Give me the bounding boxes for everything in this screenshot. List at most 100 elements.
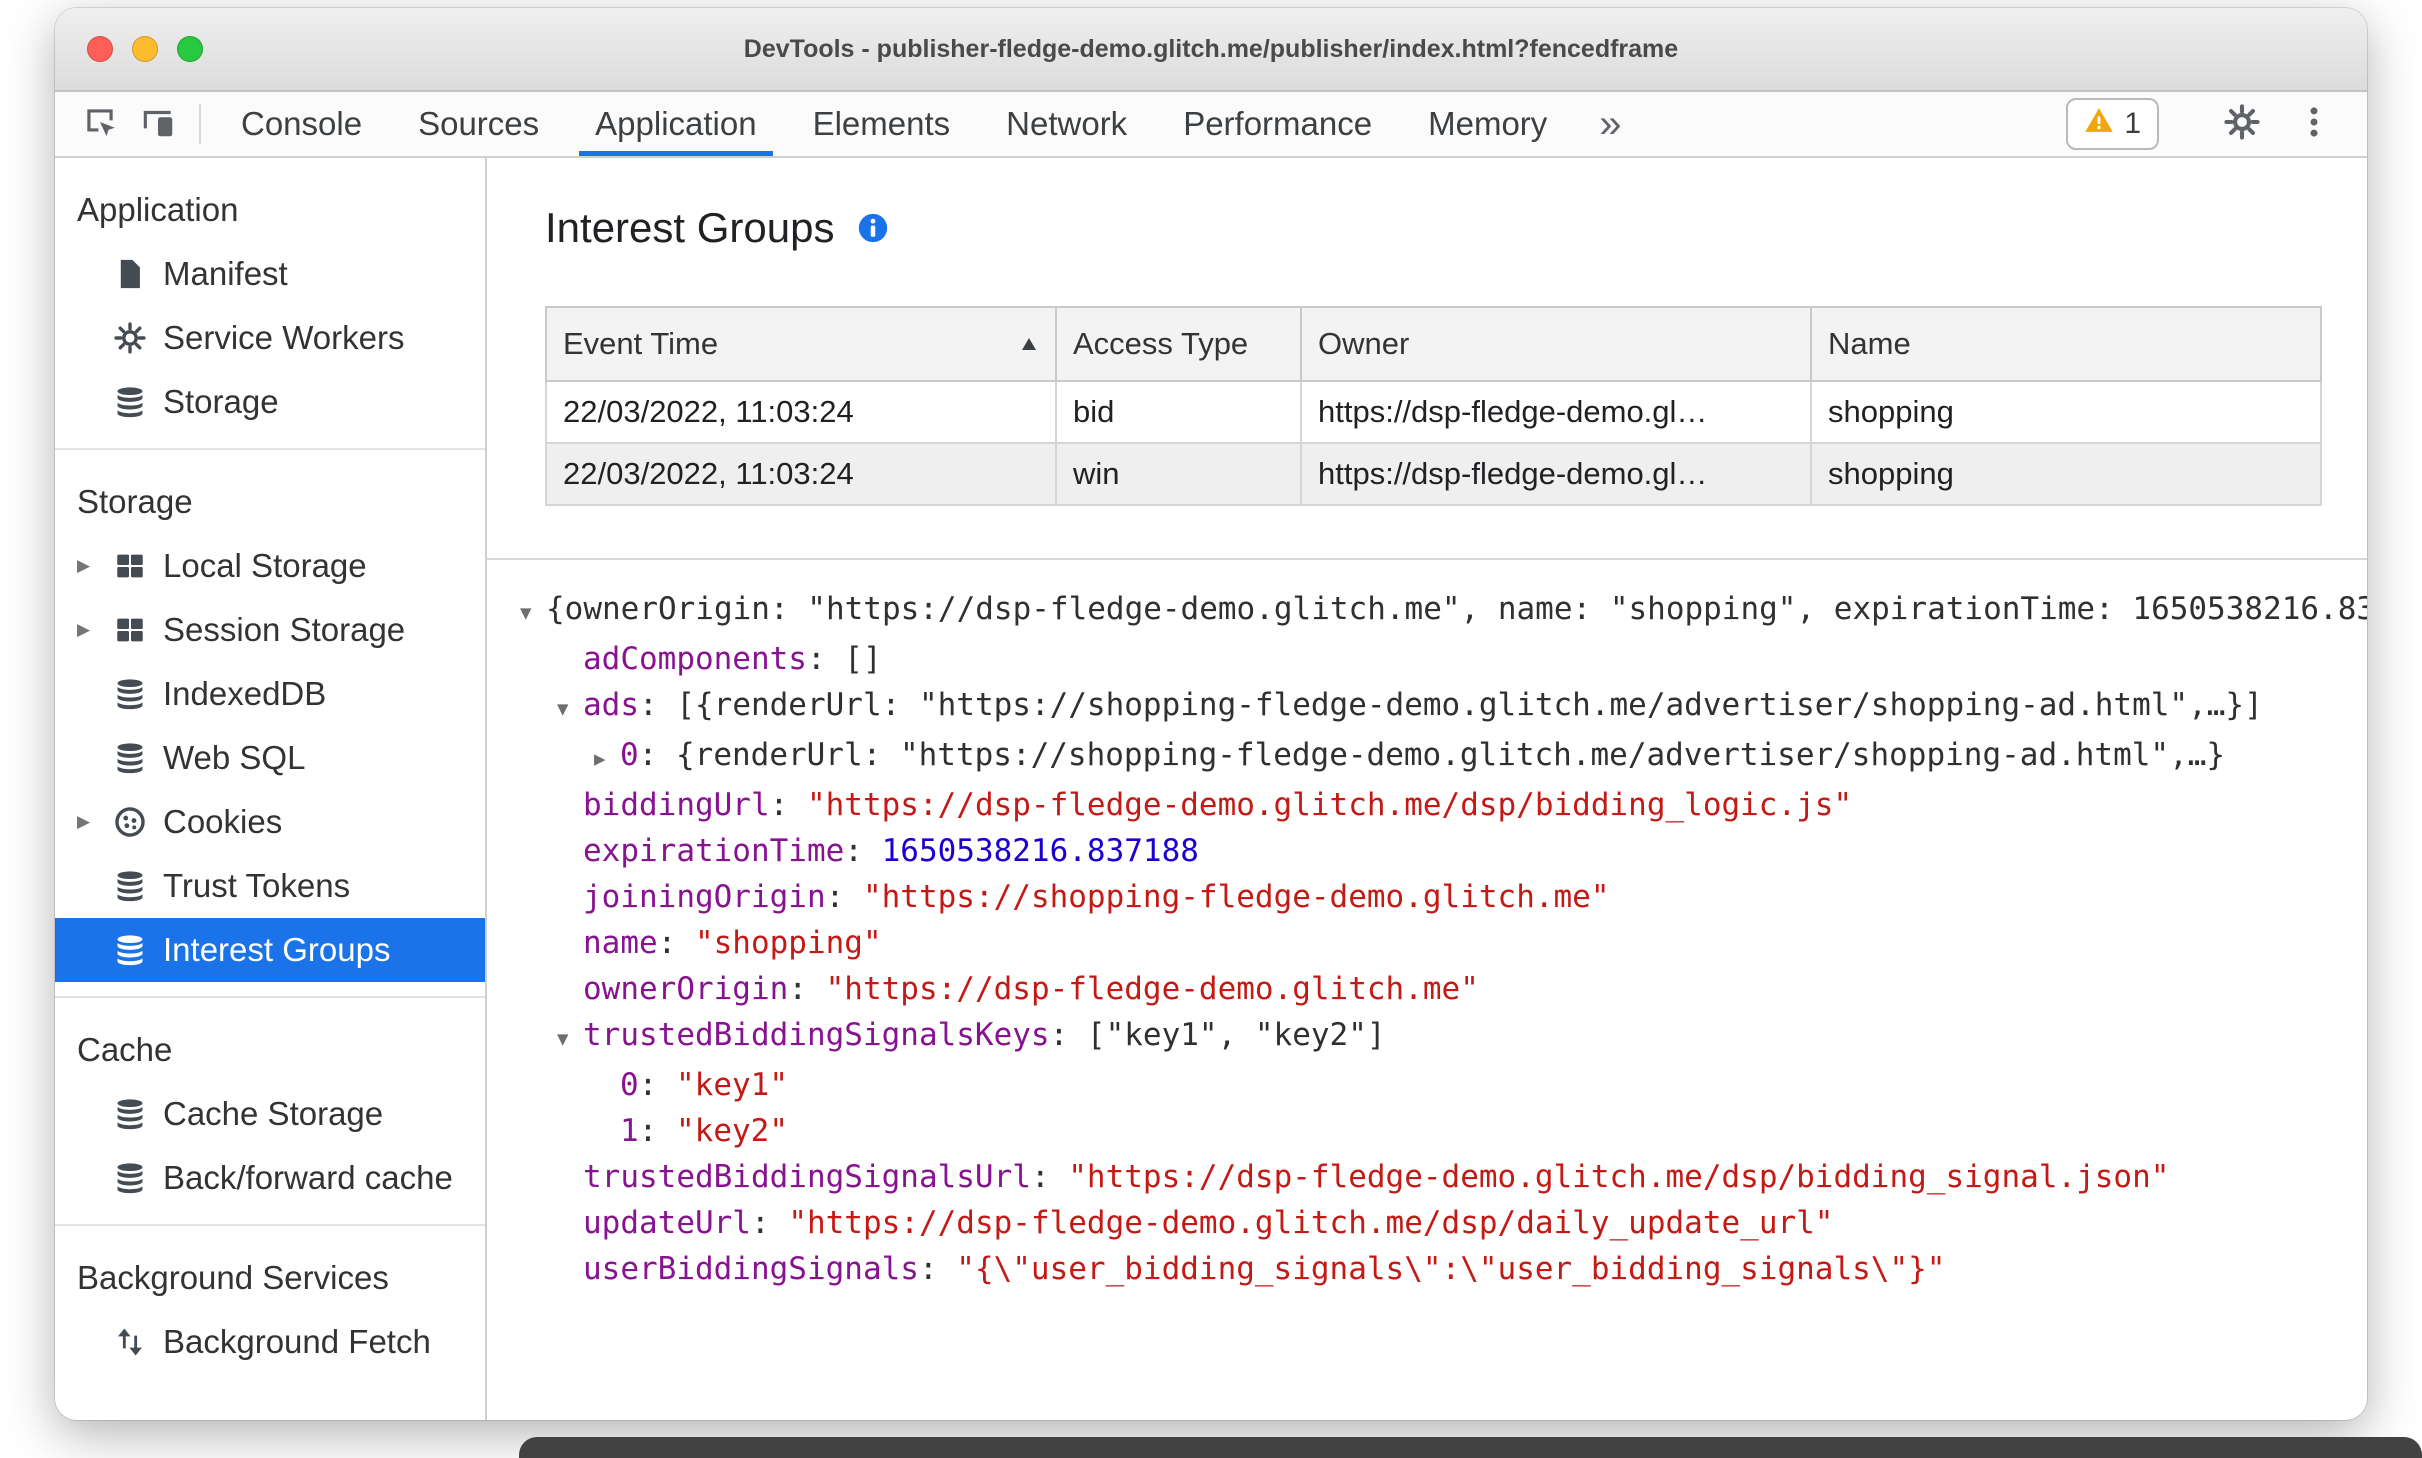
- sort-ascending-icon: [1017, 332, 1041, 356]
- interest-groups-table: Event Time Access Type Owner Name 22/03/202…: [545, 306, 2322, 506]
- sidebar-item-interest-groups[interactable]: Interest Groups: [55, 918, 485, 982]
- tree-token-key: trustedBiddingSignalsKeys: [583, 1017, 1050, 1053]
- tree-token-key: updateUrl: [583, 1205, 751, 1241]
- tree-line: ownerOrigin: "https://dsp-fledge-demo.gl…: [520, 966, 2367, 1012]
- sidebar-item-label: Back/forward cache: [163, 1159, 453, 1196]
- desktop-background: DevTools - publisher-fledge-demo.glitch.…: [0, 0, 2422, 1458]
- expand-right-icon[interactable]: ▶: [77, 556, 111, 576]
- expand-right-icon[interactable]: ▶: [594, 736, 620, 782]
- expand-down-icon[interactable]: ▼: [520, 590, 546, 636]
- tree-line: ▼ {ownerOrigin: "https://dsp-fledge-demo.…: [520, 586, 2367, 636]
- tab-performance[interactable]: Performance: [1155, 92, 1400, 156]
- tree-line: ▼ trustedBiddingSignalsKeys: ["key1", "ke…: [520, 1012, 2367, 1062]
- column-header-event-time[interactable]: Event Time: [545, 306, 1057, 382]
- database-icon: [111, 931, 149, 969]
- sidebar-item-indexeddb[interactable]: IndexedDB: [55, 662, 485, 726]
- sidebar-item-storage[interactable]: Storage: [55, 370, 485, 434]
- tab-memory[interactable]: Memory: [1400, 92, 1575, 156]
- tab-console[interactable]: Console: [213, 92, 390, 156]
- warning-count: 1: [2124, 107, 2141, 140]
- tab-strip: Console Sources Application Elements Network…: [213, 92, 1575, 156]
- tree-line: updateUrl: "https://dsp-fledge-demo.glit…: [520, 1200, 2367, 1246]
- sidebar-section-storage: Storage ▶ Local Storage ▶ Session Storage Ind…: [55, 450, 485, 998]
- sidebar-item-web-sql[interactable]: Web SQL: [55, 726, 485, 790]
- kebab-menu-button[interactable]: [2285, 103, 2343, 146]
- tree-token-plain: :: [825, 879, 863, 915]
- close-button[interactable]: [87, 36, 113, 62]
- tree-token-key: userBiddingSignals: [583, 1251, 919, 1287]
- column-header-name[interactable]: Name: [1810, 306, 2322, 382]
- document-icon: [111, 255, 149, 293]
- tree-line: name: "shopping": [520, 920, 2367, 966]
- sidebar-section-background-services: Background Services Background Fetch: [55, 1226, 485, 1388]
- gear-icon: [2223, 103, 2261, 146]
- tree-token-plain: :: [844, 833, 882, 869]
- sidebar-item-label: IndexedDB: [163, 675, 327, 712]
- grid-header-row: Event Time Access Type Owner Name: [545, 306, 2322, 382]
- device-toolbar-button[interactable]: [129, 92, 187, 156]
- expand-down-icon[interactable]: ▼: [557, 1016, 583, 1062]
- sidebar-item-local-storage[interactable]: ▶ Local Storage: [55, 534, 485, 598]
- panel-header: Interest Groups: [545, 204, 2367, 252]
- sidebar-item-background-fetch[interactable]: Background Fetch: [55, 1310, 485, 1374]
- cell-access-type: bid: [1055, 380, 1302, 444]
- expand-down-icon[interactable]: ▼: [557, 686, 583, 732]
- sidebar-section-header-application: Application: [77, 191, 239, 228]
- settings-gear-button[interactable]: [2213, 103, 2271, 146]
- tab-sources[interactable]: Sources: [390, 92, 567, 156]
- tree-token-plain: :: [769, 787, 807, 823]
- window-titlebar: DevTools - publisher-fledge-demo.glitch.…: [55, 8, 2367, 92]
- zoom-button[interactable]: [177, 36, 203, 62]
- tree-token-key: trustedBiddingSignalsUrl: [583, 1159, 1031, 1195]
- tree-token-key: 1: [620, 1113, 639, 1149]
- panel-divider: [487, 558, 2367, 560]
- database-icon: [111, 383, 149, 421]
- tree-token-key: ownerOrigin: [583, 971, 789, 1007]
- toolbar-divider: [199, 104, 201, 144]
- column-header-access-type[interactable]: Access Type: [1055, 306, 1302, 382]
- more-tabs-button[interactable]: »: [1575, 92, 1645, 156]
- tree-token-plain: {ownerOrigin: "https://dsp-fledge-demo.g…: [546, 591, 2367, 627]
- json-tree: ▼ {ownerOrigin: "https://dsp-fledge-demo.…: [520, 586, 2367, 1292]
- sidebar-item-manifest[interactable]: Manifest: [55, 242, 485, 306]
- tree-token-number: 1650538216.837188: [881, 833, 1199, 869]
- sidebar-item-label: Cache Storage: [163, 1095, 384, 1132]
- inspect-icon: [81, 103, 119, 146]
- inspect-element-button[interactable]: [71, 92, 129, 156]
- tab-network[interactable]: Network: [978, 92, 1155, 156]
- tree-token-string: "https://dsp-fledge-demo.glitch.me/dsp/b…: [1068, 1159, 2170, 1195]
- tree-line: ▶ 0: {renderUrl: "https://shopping-fledge…: [520, 732, 2367, 782]
- sidebar-item-session-storage[interactable]: ▶ Session Storage: [55, 598, 485, 662]
- sidebar-item-cookies[interactable]: ▶ Cookies: [55, 790, 485, 854]
- tab-elements[interactable]: Elements: [785, 92, 979, 156]
- table-icon: [111, 547, 149, 585]
- sidebar-item-cache-storage[interactable]: Cache Storage: [55, 1082, 485, 1146]
- info-icon[interactable]: [856, 211, 890, 245]
- device-toolbar-icon: [139, 103, 177, 146]
- sidebar-item-label: Interest Groups: [163, 931, 391, 968]
- database-icon: [111, 1159, 149, 1197]
- tree-token-plain: :: [638, 1067, 676, 1103]
- sidebar-section-header-background-services: Background Services: [77, 1259, 389, 1296]
- tab-application[interactable]: Application: [567, 92, 784, 156]
- warning-icon: [2084, 105, 2114, 143]
- background-window-strip: [519, 1437, 2422, 1458]
- column-header-owner[interactable]: Owner: [1300, 306, 1812, 382]
- tree-token-plain: :: [788, 971, 826, 1007]
- minimize-button[interactable]: [132, 36, 158, 62]
- expand-right-icon[interactable]: ▶: [77, 812, 111, 832]
- sidebar-item-service-workers[interactable]: Service Workers: [55, 306, 485, 370]
- warning-badge[interactable]: 1: [2066, 98, 2159, 150]
- kebab-menu-icon: [2295, 103, 2333, 146]
- table-row[interactable]: 22/03/2022, 11:03:24 bid https://dsp-fledg…: [545, 380, 2322, 444]
- table-row[interactable]: 22/03/2022, 11:03:24 win https://dsp-fledg…: [545, 442, 2322, 506]
- expand-right-icon[interactable]: ▶: [77, 620, 111, 640]
- sidebar-item-label: Service Workers: [163, 319, 405, 356]
- database-icon: [111, 739, 149, 777]
- tree-token-string: "key1": [676, 1067, 788, 1103]
- sidebar-item-label: Trust Tokens: [163, 867, 351, 904]
- sidebar: Application Manifest Service Workers Storag…: [55, 158, 487, 1420]
- sidebar-item-back-forward-cache[interactable]: Back/forward cache: [55, 1146, 485, 1210]
- table-icon: [111, 611, 149, 649]
- sidebar-item-trust-tokens[interactable]: Trust Tokens: [55, 854, 485, 918]
